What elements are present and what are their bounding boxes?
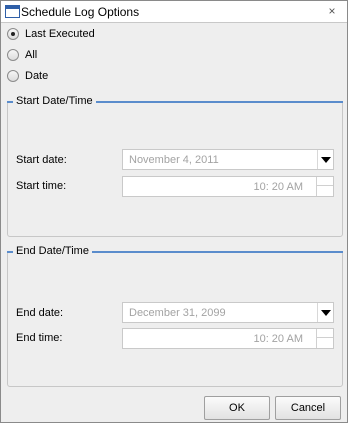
time-spin-buttons — [316, 177, 333, 196]
end-date-combo[interactable]: December 31, 2099 — [122, 302, 334, 323]
dialog-title: Schedule Log Options — [21, 5, 140, 19]
radio-date[interactable]: Date — [7, 68, 48, 84]
end-date-label: End date: — [16, 307, 64, 319]
start-date-combo[interactable]: November 4, 2011 — [122, 149, 334, 170]
chevron-down-icon[interactable] — [317, 303, 333, 322]
radio-last-executed[interactable]: Last Executed — [7, 26, 95, 42]
spin-down-button[interactable] — [317, 186, 333, 195]
start-date-value: November 4, 2011 — [129, 154, 219, 166]
spin-down-button[interactable] — [317, 338, 333, 347]
radio-label-date: Date — [25, 70, 49, 82]
radio-all[interactable]: All — [7, 47, 37, 63]
start-time-label: Start time: — [16, 180, 67, 192]
radio-button[interactable] — [7, 70, 19, 82]
end-datetime-group: End Date/Time End date: December 31, 209… — [7, 243, 343, 387]
start-group-title: Start Date/Time — [13, 93, 96, 109]
end-time-spinner[interactable]: 10: 20 AM — [122, 328, 334, 349]
spin-up-button[interactable] — [317, 177, 333, 186]
end-group-title: End Date/Time — [13, 243, 92, 259]
radio-label-last-executed: Last Executed — [25, 28, 95, 40]
close-icon[interactable]: × — [325, 4, 339, 18]
start-datetime-group: Start Date/Time Start date: November 4, … — [7, 93, 343, 237]
time-spin-buttons — [316, 329, 333, 348]
title-bar: Schedule Log Options × — [1, 1, 347, 23]
schedule-log-options-dialog: Schedule Log Options × Last Executed All… — [0, 0, 348, 423]
radio-button-checked[interactable] — [7, 28, 19, 40]
radio-label-all: All — [25, 49, 38, 61]
start-time-value: 10: 20 AM — [253, 181, 303, 193]
window-icon — [5, 5, 20, 18]
end-time-label: End time: — [16, 332, 63, 344]
radio-button[interactable] — [7, 49, 19, 61]
ok-button[interactable]: OK — [204, 396, 270, 420]
cancel-button[interactable]: Cancel — [275, 396, 341, 420]
start-date-label: Start date: — [16, 154, 67, 166]
end-time-value: 10: 20 AM — [253, 333, 303, 345]
start-time-spinner[interactable]: 10: 20 AM — [122, 176, 334, 197]
spin-up-button[interactable] — [317, 329, 333, 338]
chevron-down-icon[interactable] — [317, 150, 333, 169]
end-date-value: December 31, 2099 — [129, 307, 226, 319]
